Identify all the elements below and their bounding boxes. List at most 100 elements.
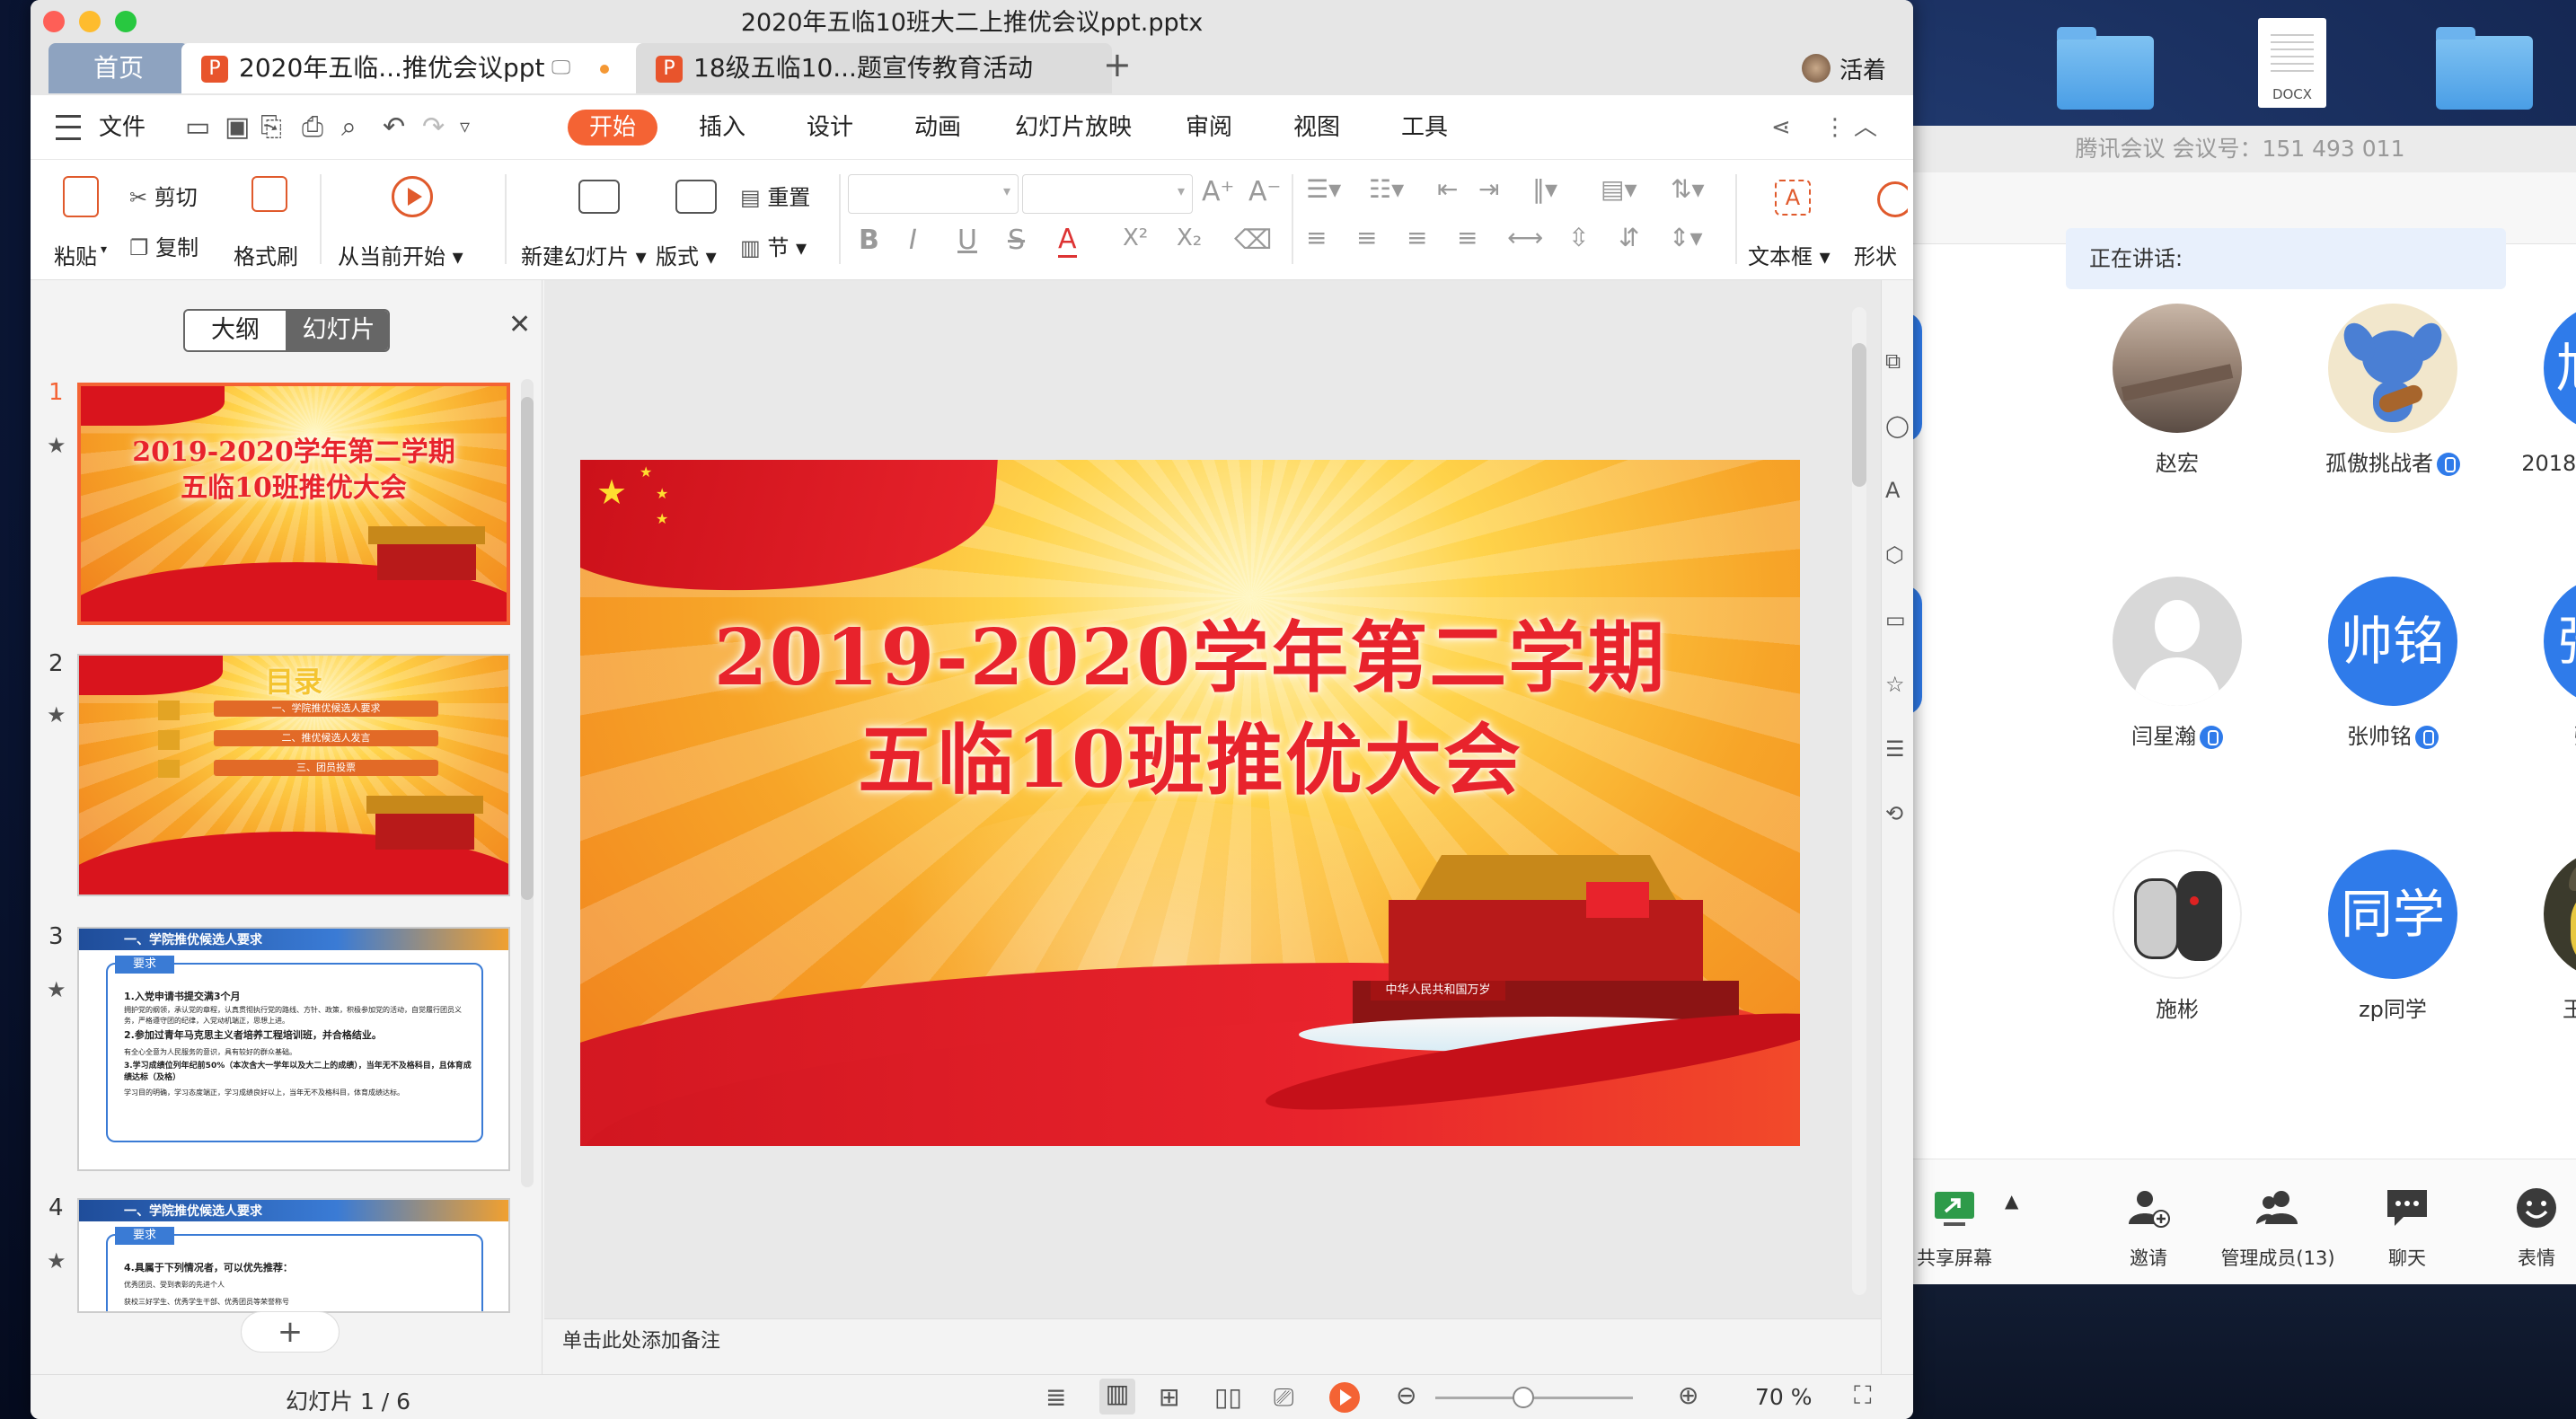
fit-window-icon[interactable]: ⛶ [1854, 1380, 1872, 1411]
notes-pane[interactable]: 单击此处添加备注 [544, 1318, 1883, 1374]
menu-tools[interactable]: 工具 [1401, 95, 1448, 160]
zoom-slider[interactable] [1435, 1397, 1633, 1399]
folder-icon[interactable] [2436, 27, 2533, 110]
italic-icon[interactable]: I [909, 225, 917, 256]
copy-button[interactable]: ❐ 复制 [129, 230, 198, 261]
cut-button[interactable]: ✂ 剪切 [129, 180, 198, 211]
participant-tile[interactable]: 帅铭 张帅铭 [2285, 577, 2501, 846]
folder-icon[interactable] [2057, 27, 2154, 110]
slide-thumbnail-1[interactable]: 2019-2020学年第二学期 五临10班推优大会 [77, 383, 510, 625]
caret-up-icon[interactable]: ▲ [2005, 1190, 2018, 1212]
participant-tile[interactable]: 施彬 [2069, 850, 2285, 1119]
maximize-window-button[interactable] [115, 11, 137, 32]
textbox-button[interactable]: A 文本框 ▾ [1748, 176, 1838, 275]
participant-tile[interactable]: 同学 zp同学 [2285, 850, 2501, 1119]
slide-thumbnail-2[interactable]: 目录 一、学院推优候选人要求 二、推优候选人发言 三、团员投票 [77, 654, 510, 896]
slides-tab[interactable]: 幻灯片 [286, 311, 388, 350]
font-family-select[interactable]: ▾ [848, 174, 1019, 214]
transition-icon[interactable]: ⧉ [1885, 348, 1901, 374]
close-pane-icon[interactable]: ✕ [508, 309, 531, 340]
shape-button[interactable]: 形状 [1854, 176, 1908, 275]
new-slide-button[interactable]: 新建幻灯片 ▾ [521, 176, 674, 275]
add-slide-button[interactable]: + [241, 1311, 340, 1353]
star-icon[interactable]: ☆ [1885, 672, 1905, 697]
superscript-icon[interactable]: X² [1123, 225, 1148, 251]
tab-current-document[interactable]: P 2020年五临...推优会议ppt 🖵 [181, 43, 663, 93]
tab-home[interactable]: 首页 [49, 43, 189, 93]
menu-view[interactable]: 视图 [1293, 95, 1340, 160]
hamburger-icon[interactable] [56, 115, 81, 140]
increase-font-icon[interactable]: A⁺ [1202, 176, 1234, 207]
justify-icon[interactable]: ≡ [1457, 223, 1478, 252]
decrease-font-icon[interactable]: A⁻ [1248, 176, 1281, 207]
text-direction-icon[interactable]: ⇅▾ [1671, 174, 1705, 204]
menu-home[interactable]: 开始 [568, 110, 658, 145]
animation-icon[interactable]: ⬡ [1885, 542, 1904, 568]
slide-title-line1[interactable]: 2019-2020学年第二学期 [580, 595, 1800, 707]
font-size-select[interactable]: ▾ [1022, 174, 1193, 214]
slide-thumbnail-4[interactable]: 一、学院推优候选人要求 要求 4.具属于下列情况者，可以优先推荐： 优秀团员、受… [77, 1198, 510, 1313]
menu-animation[interactable]: 动画 [914, 95, 961, 160]
font-color-icon[interactable]: A [1058, 225, 1077, 258]
slide-title-line2[interactable]: 五临10班推优大会 [580, 697, 1800, 809]
emoji-button[interactable]: 表情 [2474, 1159, 2576, 1285]
shapes-icon[interactable]: ◯ [1885, 413, 1910, 438]
text-align-icon[interactable]: ⇕▾ [1669, 223, 1703, 252]
menu-file[interactable]: 文件 [99, 95, 146, 160]
participant-tile[interactable]: 赵宏 [2069, 304, 2285, 573]
tab-other-document[interactable]: P 18级五临10...题宣传教育活动 [636, 43, 1112, 93]
preview-icon[interactable]: ⌕ [341, 95, 357, 160]
text-style-icon[interactable]: A [1885, 478, 1900, 503]
zoom-out-icon[interactable]: ⊖ [1396, 1380, 1416, 1410]
chat-button[interactable]: 聊天 [2344, 1159, 2470, 1285]
presenter-view-icon[interactable]: ⎚ [1274, 1382, 1293, 1413]
section-button[interactable]: ▥ 节 ▾ [740, 230, 807, 261]
docx-file-icon[interactable]: DOCX [2258, 18, 2326, 108]
paste-button[interactable]: 粘贴 ▾ [54, 176, 108, 275]
undo-icon[interactable]: ↶ [383, 95, 405, 160]
print-icon[interactable]: ⎙ [302, 95, 323, 160]
zoom-level[interactable]: 70 % [1755, 1384, 1813, 1410]
sorter-view-icon[interactable]: ⊞ [1159, 1382, 1179, 1412]
export-icon[interactable]: ⎘ [260, 95, 282, 160]
new-tab-icon[interactable]: + [1103, 45, 1132, 84]
underline-icon[interactable]: U [957, 225, 977, 256]
subscript-icon[interactable]: X₂ [1177, 225, 1202, 251]
paragraph-spacing-icon[interactable]: ⇵ [1619, 223, 1639, 252]
zoom-in-icon[interactable]: ⊕ [1678, 1380, 1698, 1410]
decrease-indent-icon[interactable]: ⇤ [1437, 174, 1458, 204]
participant-tile[interactable]: 旭昇 2018级 十班... [2501, 304, 2576, 573]
zoom-slider-handle[interactable] [1513, 1387, 1534, 1408]
increase-indent-icon[interactable]: ⇥ [1478, 174, 1499, 204]
editor-scrollbar[interactable] [1852, 307, 1866, 1295]
current-slide[interactable]: ★ ★ ★ ★ 2019-2020学年第二学期 五临10班推优大会 中华人民共和… [580, 460, 1800, 1146]
play-slideshow-icon[interactable] [1329, 1382, 1360, 1413]
participant-tile[interactable]: 闫星瀚 [2069, 577, 2285, 846]
settings-sliders-icon[interactable]: ☰ [1885, 736, 1905, 762]
open-icon[interactable]: ▭ [185, 95, 210, 160]
outline-tab[interactable]: 大纲 [185, 311, 286, 350]
normal-view-icon[interactable]: ▥ [1099, 1379, 1135, 1415]
redo-icon[interactable]: ↷ [422, 95, 445, 160]
reset-button[interactable]: ▤ 重置 [740, 180, 810, 211]
columns-icon[interactable]: ▤▾ [1601, 174, 1637, 204]
reading-view-icon[interactable]: ▯▯ [1214, 1382, 1242, 1412]
save-icon[interactable]: ▣ [225, 95, 250, 160]
slides-icon[interactable]: ▭ [1885, 607, 1906, 632]
distribute-icon[interactable]: ⟷ [1507, 223, 1543, 252]
line-spacing-icon[interactable]: ‖▾ [1532, 174, 1557, 204]
invite-button[interactable]: 邀请 [2086, 1159, 2211, 1285]
manage-members-button[interactable]: 管理成员(13) [2215, 1159, 2341, 1285]
notes-toggle-icon[interactable]: ≣ [1045, 1382, 1066, 1412]
clear-format-icon[interactable]: ⌫ [1234, 225, 1272, 256]
align-center-icon[interactable]: ≡ [1356, 223, 1377, 252]
menu-slideshow[interactable]: 幻灯片放映 [1015, 95, 1132, 160]
share-icon[interactable]: ⋖ [1771, 95, 1791, 160]
align-left-icon[interactable]: ≡ [1306, 223, 1327, 252]
participant-tile[interactable]: 王嘉辰 [2501, 850, 2576, 1119]
thumbnail-scrollbar[interactable] [521, 379, 534, 1187]
participant-tile[interactable]: 张逸 张逸 [2501, 577, 2576, 846]
numbered-list-icon[interactable]: ☷▾ [1369, 174, 1404, 204]
vertical-align-icon[interactable]: ⇳ [1568, 223, 1589, 252]
menu-insert[interactable]: 插入 [699, 95, 745, 160]
